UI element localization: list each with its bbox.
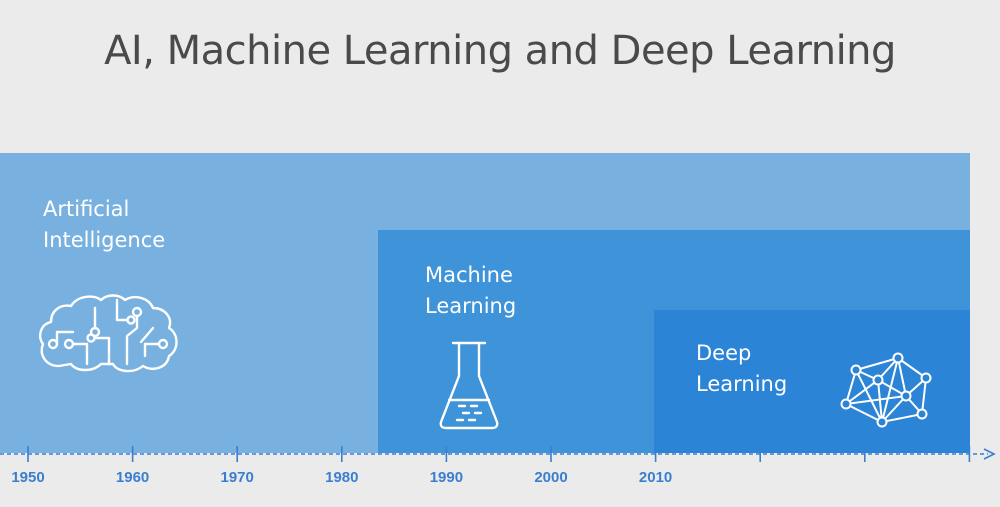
label-artificial-intelligence: Artificial Intelligence [43, 194, 165, 256]
label-line: Learning [696, 372, 788, 396]
timeline-label: 1970 [221, 469, 254, 486]
label-line: Deep [696, 341, 752, 365]
timeline-arrow-icon [983, 448, 996, 460]
neural-network-icon [840, 352, 932, 428]
label-line: Intelligence [43, 228, 166, 252]
label-line: Learning [425, 294, 517, 318]
label-deep-learning: Deep Learning [696, 338, 787, 400]
timeline-label: 2000 [534, 469, 567, 486]
timeline-label: 1980 [325, 469, 358, 486]
label-machine-learning: Machine Learning [425, 260, 516, 322]
timeline-label: 1960 [116, 469, 149, 486]
timeline-label: 2010 [639, 469, 672, 486]
page-title: AI, Machine Learning and Deep Learning [104, 28, 896, 74]
timeline-axis: 1950 1960 1970 1980 1990 2000 2010 [0, 446, 996, 486]
brain-circuit-icon [39, 294, 178, 373]
flask-icon [439, 341, 499, 430]
timeline-label: 1990 [430, 469, 463, 486]
label-line: Artificial [43, 197, 130, 221]
timeline-label: 1950 [11, 469, 44, 486]
label-line: Machine [425, 263, 513, 287]
